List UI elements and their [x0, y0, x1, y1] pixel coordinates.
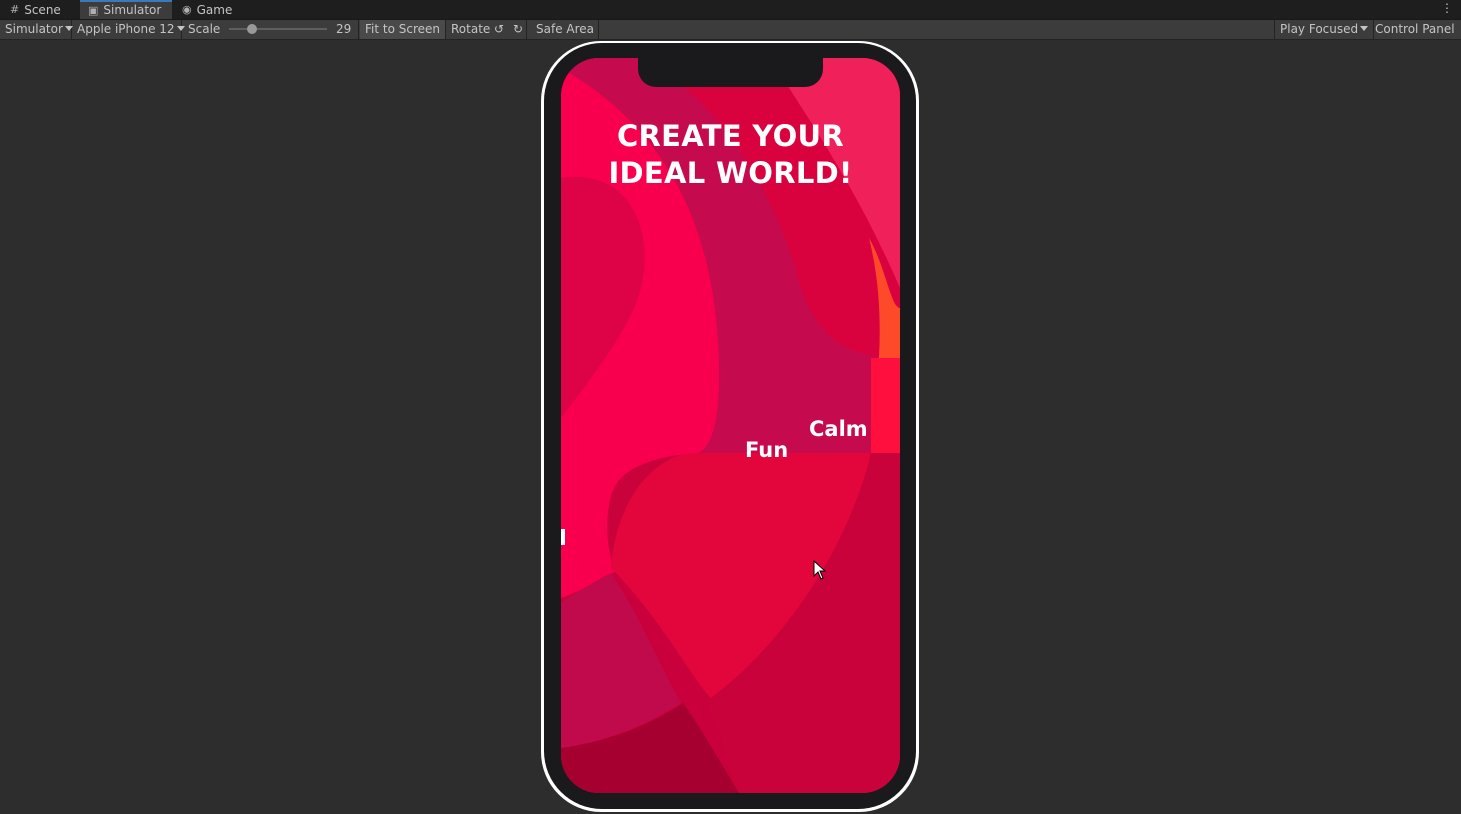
- mouse-cursor-icon: [813, 560, 827, 580]
- simulator-icon: ▣: [88, 4, 99, 17]
- option-fun[interactable]: Fun: [745, 438, 788, 462]
- tab-simulator[interactable]: ▣ Simulator: [80, 0, 172, 19]
- mode-dropdown[interactable]: Simulator: [0, 20, 73, 39]
- more-options-icon[interactable]: ⋮: [1441, 1, 1453, 15]
- play-focused-label: Play Focused: [1280, 22, 1359, 36]
- device-notch: [638, 57, 823, 87]
- control-panel-button[interactable]: Control Panel: [1370, 20, 1460, 39]
- option-calm[interactable]: Calm: [809, 417, 868, 441]
- scale-slider-track[interactable]: [229, 28, 327, 30]
- editor-tab-bar: # Scene ▣ Simulator ◉ Game ⋮: [0, 0, 1461, 20]
- offscreen-option-marker: [561, 529, 565, 545]
- device-dropdown[interactable]: Apple iPhone 12: [72, 20, 185, 39]
- scale-slider-handle[interactable]: [247, 24, 257, 34]
- game-title: CREATE YOUR IDEAL WORLD!: [561, 118, 900, 192]
- tab-scene[interactable]: # Scene: [2, 0, 69, 19]
- tab-game[interactable]: ◉ Game: [174, 0, 240, 19]
- game-title-line-1: CREATE YOUR: [616, 119, 845, 153]
- rotate-right-icon[interactable]: ↻: [511, 20, 528, 39]
- game-title-line-2: IDEAL WORLD!: [608, 156, 853, 190]
- chevron-down-icon: [1360, 26, 1369, 31]
- play-focused-dropdown[interactable]: Play Focused: [1274, 20, 1375, 39]
- mode-dropdown-label: Simulator: [5, 22, 63, 36]
- safe-area-toggle[interactable]: Safe Area: [531, 20, 599, 39]
- rotate-label: Rotate: [451, 22, 491, 36]
- scale-label: Scale: [188, 22, 221, 36]
- device-dropdown-label: Apple iPhone 12: [77, 22, 175, 36]
- tab-simulator-label: Simulator: [103, 3, 162, 17]
- tab-game-label: Game: [196, 2, 233, 17]
- gamepad-icon: ◉: [182, 2, 192, 16]
- rotate-left-icon[interactable]: ↺: [492, 20, 506, 39]
- tab-scene-label: Scene: [24, 2, 61, 17]
- fit-to-screen-button[interactable]: Fit to Screen: [360, 20, 446, 39]
- grid-icon: #: [10, 2, 20, 16]
- scale-value: 29: [331, 20, 359, 39]
